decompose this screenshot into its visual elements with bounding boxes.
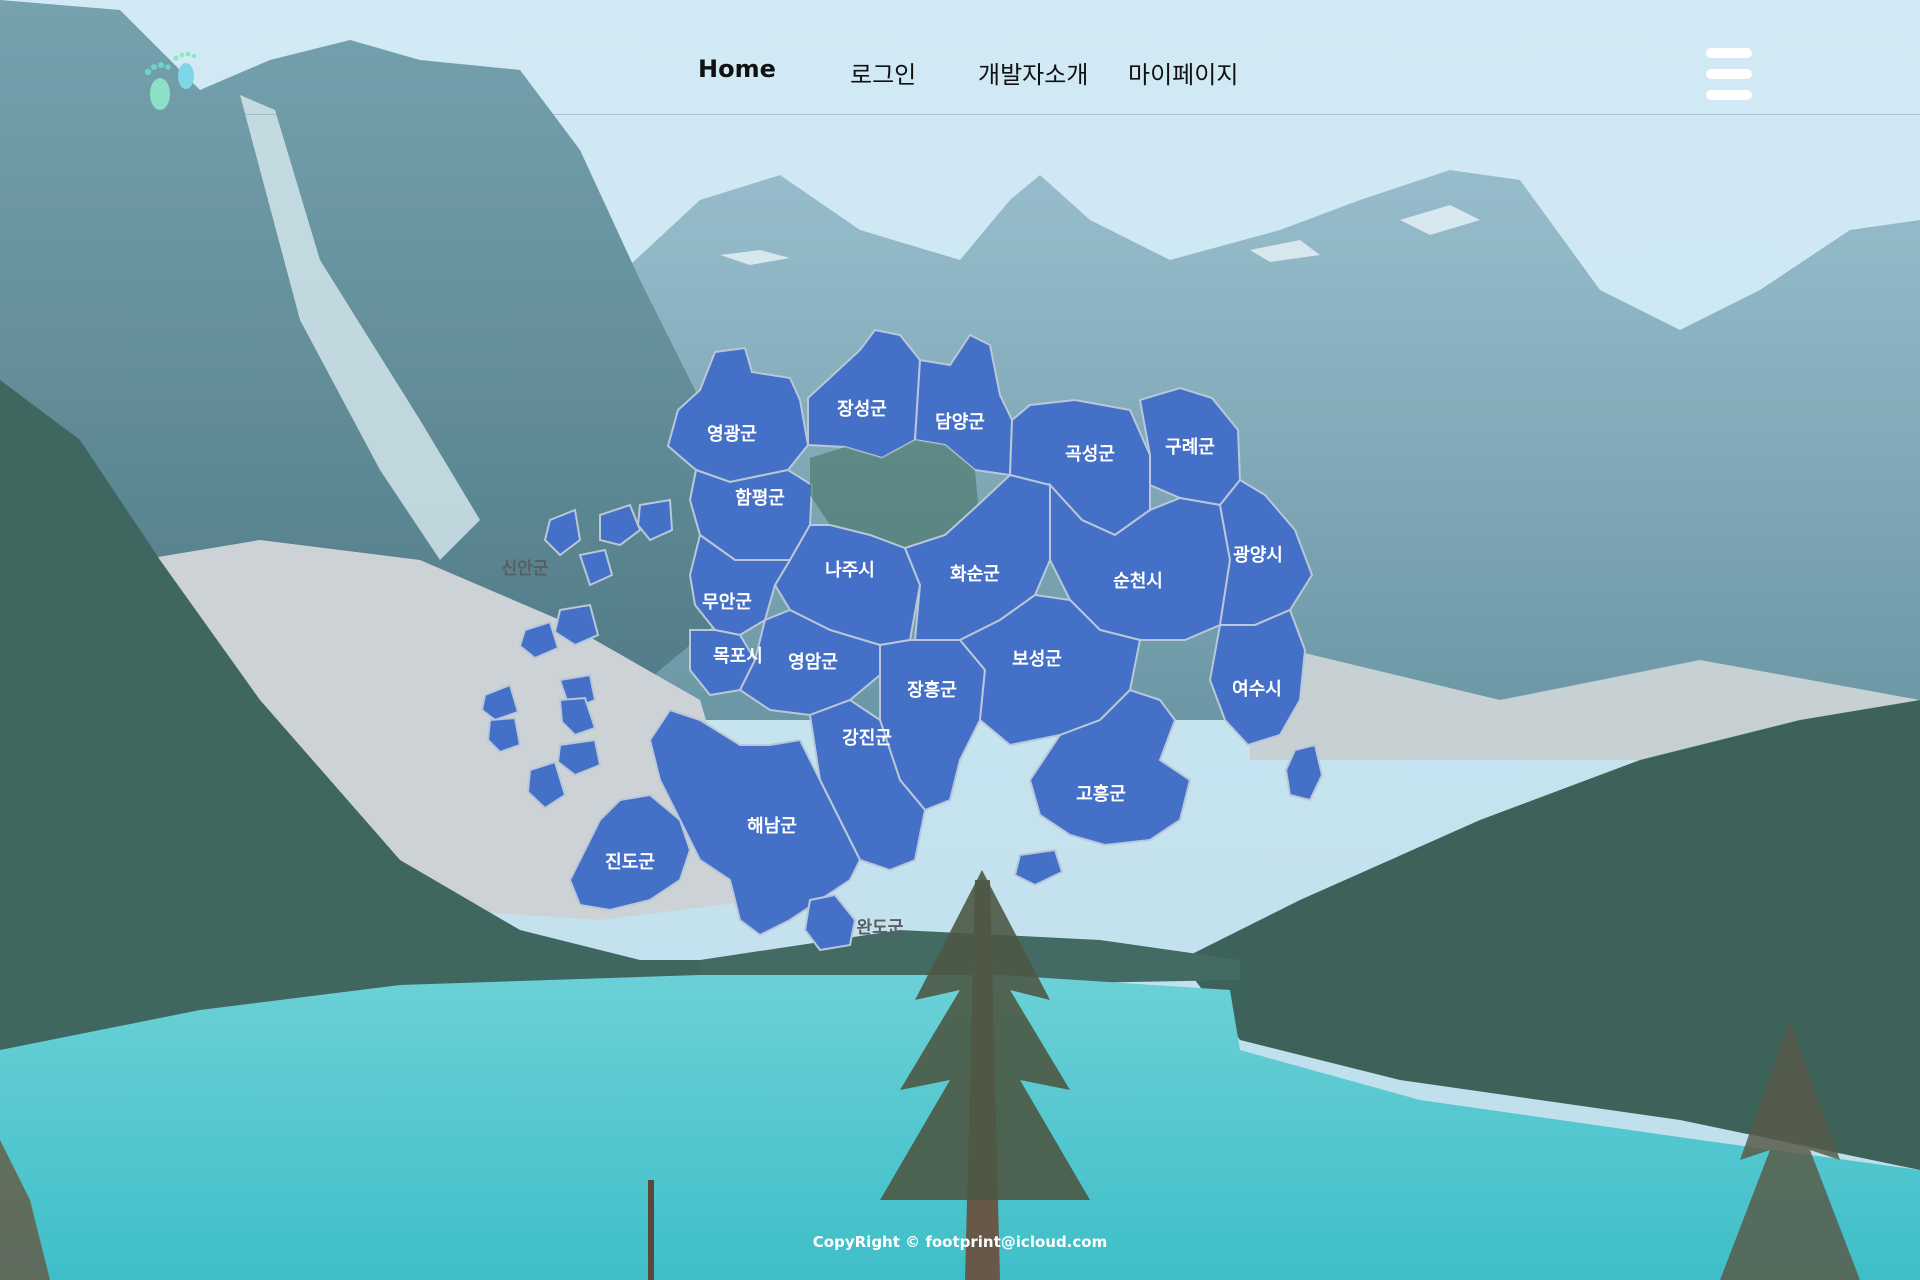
label-haenam: 해남군 — [747, 816, 797, 837]
label-gangjin: 강진군 — [842, 728, 892, 749]
region-sinan-island-11[interactable] — [526, 760, 567, 810]
label-jangheung: 장흥군 — [907, 679, 957, 701]
region-sinan-island-6[interactable] — [518, 620, 560, 660]
region-map: 영광군 장성군 담양군 곡성군 구례군 함평군 나주시 화순군 순천시 광양시 … — [480, 328, 1324, 952]
region-yeonggwang[interactable] — [666, 346, 810, 484]
region-sinan-island-8[interactable] — [480, 683, 520, 722]
label-yeonggwang: 영광군 — [707, 424, 757, 445]
label-gwangyang: 광양시 — [1233, 545, 1283, 566]
label-naju: 나주시 — [825, 560, 875, 581]
label-jangseong: 장성군 — [837, 399, 887, 420]
label-hwasun: 화순군 — [950, 564, 1000, 585]
region-yeosu-island[interactable] — [1284, 743, 1324, 802]
region-sinan-island-1[interactable] — [543, 508, 582, 557]
label-wando: 완도군 — [857, 918, 904, 938]
region-sinan-island-12[interactable] — [556, 738, 602, 777]
label-boseong: 보성군 — [1012, 649, 1062, 670]
label-sinan: 신안군 — [502, 559, 549, 579]
label-hampyeong: 함평군 — [735, 487, 785, 509]
label-gurye: 구례군 — [1165, 437, 1215, 458]
region-jangseong[interactable] — [807, 328, 922, 460]
footer-copyright: CopyRight © footprint@icloud.com — [812, 1233, 1108, 1251]
label-suncheon: 순천시 — [1113, 571, 1163, 592]
region-sinan-island-5[interactable] — [553, 603, 600, 647]
region-goheung-island[interactable] — [1013, 848, 1064, 887]
label-goheung: 고흥군 — [1076, 783, 1126, 805]
region-sinan-island-4[interactable] — [578, 548, 614, 587]
region-wando[interactable] — [803, 893, 857, 952]
region-sinan-island-3[interactable] — [636, 498, 674, 542]
label-yeongam: 영암군 — [788, 652, 838, 673]
label-muan: 무안군 — [702, 592, 752, 613]
label-damyang: 담양군 — [935, 412, 985, 433]
region-sinan-island-2[interactable] — [599, 503, 642, 547]
label-mokpo: 목포시 — [713, 646, 763, 667]
region-sinan-island-10[interactable] — [486, 716, 522, 754]
label-jindo: 진도군 — [605, 852, 655, 873]
label-gokseong: 곡성군 — [1065, 444, 1115, 465]
region-sinan-island-9[interactable] — [558, 696, 597, 737]
region-yeosu[interactable] — [1208, 608, 1307, 747]
label-yeosu: 여수시 — [1232, 679, 1282, 700]
